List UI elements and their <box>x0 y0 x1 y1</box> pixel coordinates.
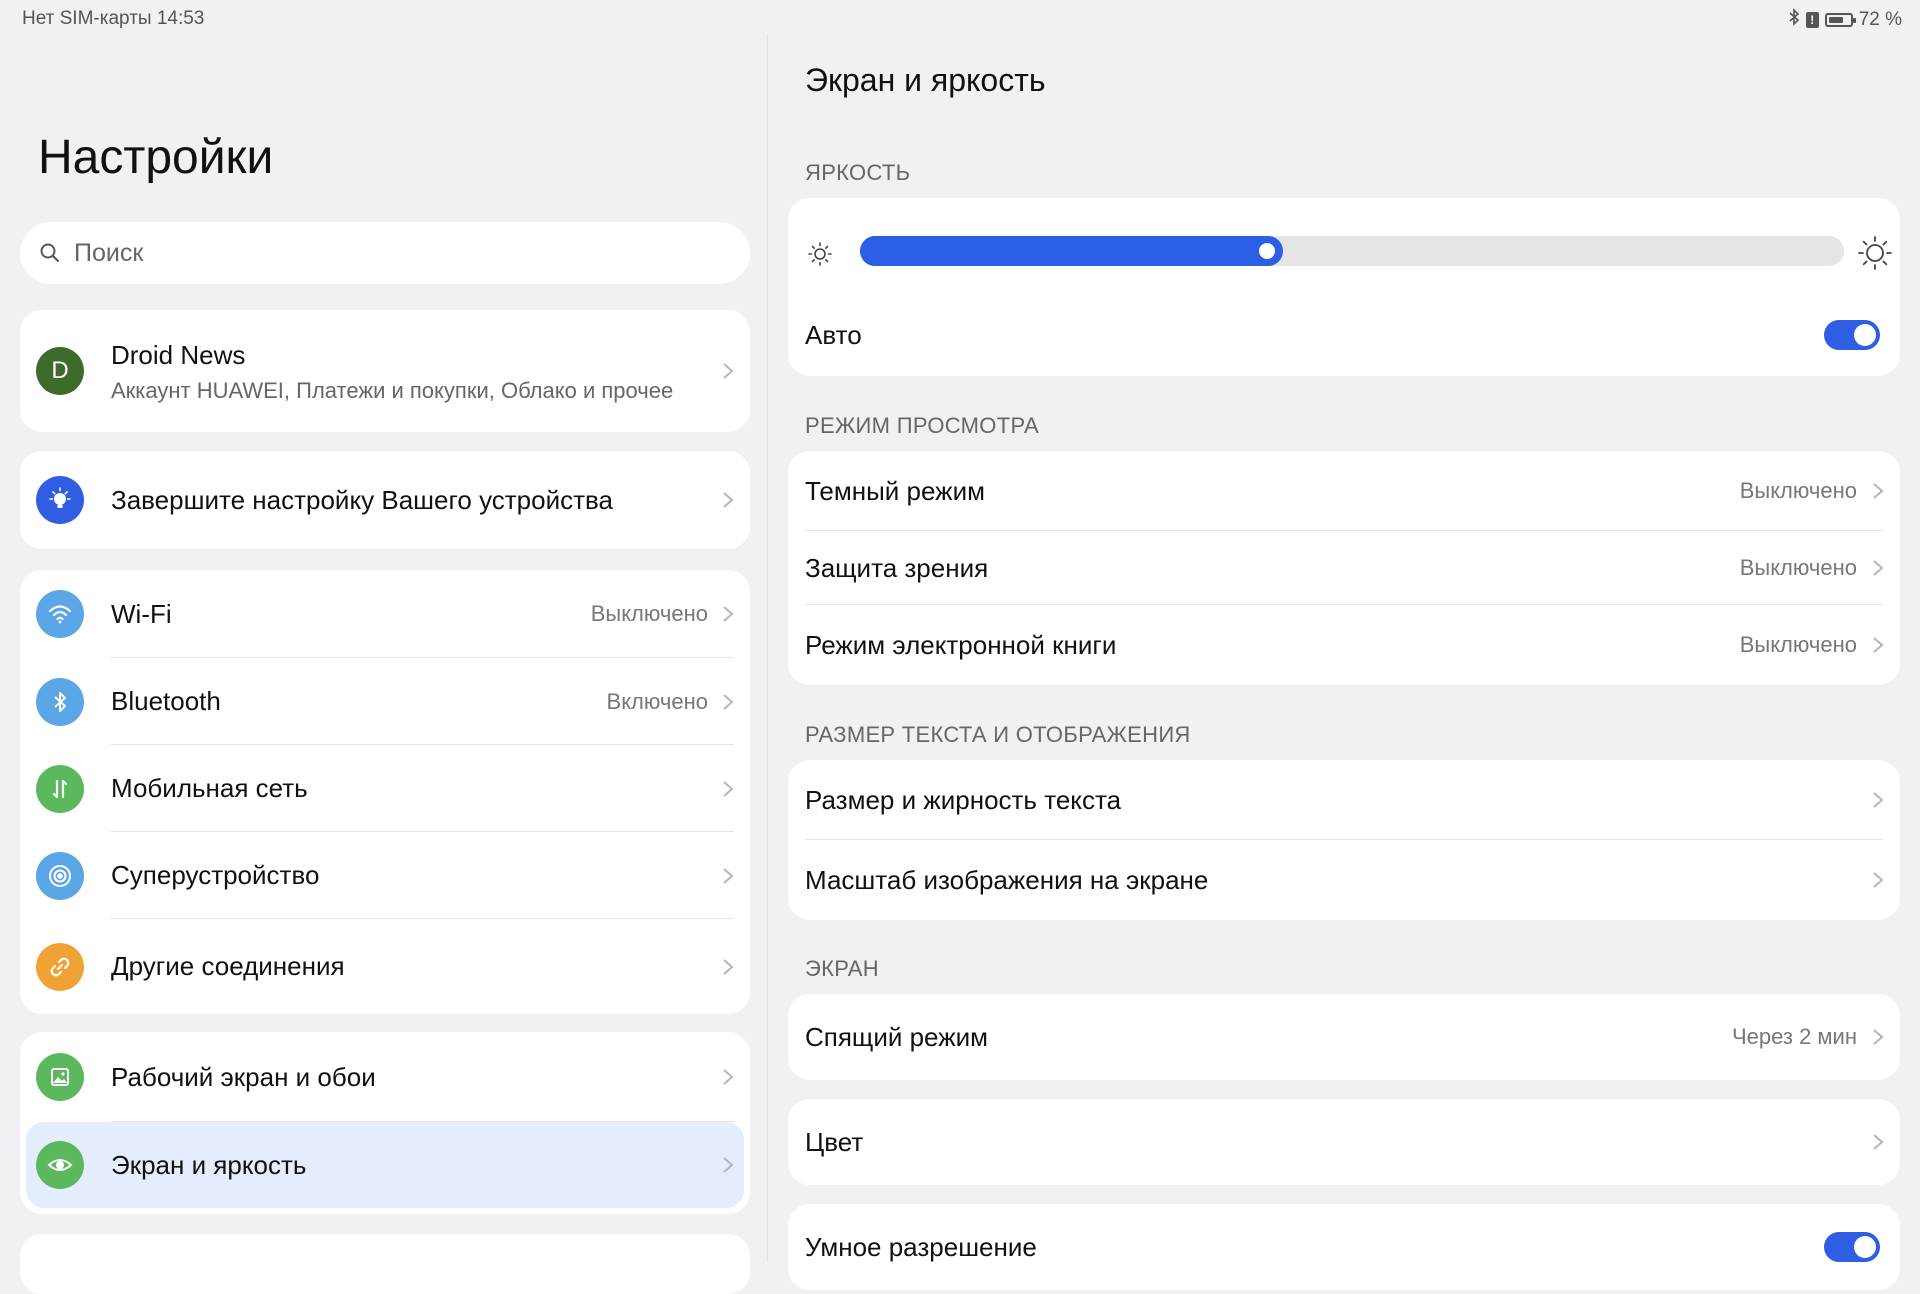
account-subtitle: Аккаунт HUAWEI, Платежи и покупки, Облак… <box>111 378 674 403</box>
row-label: Цвет <box>805 1126 864 1157</box>
sidebar-item-label: Мобильная сеть <box>111 773 308 803</box>
sidebar-item-display-brightness[interactable]: Экран и яркость <box>26 1122 744 1208</box>
sidebar-item-super-device[interactable]: Суперустройство <box>20 832 750 919</box>
chevron-right-icon <box>1873 872 1884 888</box>
settings-list-pane: Настройки D Droid News Аккаунт HUAWEI, П… <box>0 0 768 1294</box>
next-settings-card <box>20 1234 750 1294</box>
page-title: Настройки <box>38 131 274 184</box>
finish-setup-card[interactable]: Завершите настройку Вашего устройства <box>20 451 750 549</box>
chevron-right-icon <box>723 492 734 508</box>
dark-mode-row[interactable]: Темный режим Выключено <box>788 451 1900 531</box>
sleep-row[interactable]: Спящий режим Через 2 мин <box>788 994 1900 1080</box>
display-group-card: Рабочий экран и обои Экран и яркость <box>20 1032 750 1214</box>
row-label: Размер и жирность текста <box>805 784 1122 815</box>
chevron-right-icon <box>723 867 734 884</box>
row-label: Умное разрешение <box>805 1232 1037 1262</box>
row-label: Режим электронной книги <box>805 629 1117 660</box>
text-size-weight-row[interactable]: Размер и жирность текста <box>788 760 1900 840</box>
wallpaper-icon <box>36 1053 84 1101</box>
brightness-slider[interactable] <box>860 236 1844 266</box>
row-label: Спящий режим <box>805 1021 989 1052</box>
display-scale-row[interactable]: Масштаб изображения на экране <box>788 840 1900 920</box>
auto-brightness-row[interactable]: Авто <box>788 298 1900 372</box>
brightness-card: Авто <box>788 198 1900 376</box>
eye-icon <box>36 1141 84 1189</box>
search-input[interactable] <box>72 237 716 269</box>
chevron-right-icon <box>1873 1134 1884 1150</box>
connections-card: Wi-Fi Выключено Bluetooth Включено Мобил… <box>20 570 750 1014</box>
sidebar-item-label: Другие соединения <box>111 951 345 981</box>
chevron-right-icon <box>723 606 734 622</box>
row-label: Масштаб изображения на экране <box>805 864 1209 895</box>
section-header-text-size: РАЗМЕР ТЕКСТА И ОТОБРАЖЕНИЯ <box>805 722 1191 747</box>
finish-setup-label: Завершите настройку Вашего устройства <box>111 484 614 515</box>
view-mode-card: Темный режим Выключено Защита зрения Вык… <box>788 451 1900 685</box>
wifi-icon <box>36 590 84 638</box>
eye-comfort-row[interactable]: Защита зрения Выключено <box>788 531 1900 605</box>
smart-resolution-row[interactable]: Умное разрешение <box>788 1204 1900 1290</box>
super-device-icon <box>36 851 84 900</box>
section-header-brightness: ЯРКОСТЬ <box>805 160 911 185</box>
auto-brightness-toggle[interactable] <box>1824 320 1880 350</box>
link-icon <box>36 942 84 991</box>
color-card: Цвет <box>788 1099 1900 1185</box>
chevron-right-icon <box>723 363 734 379</box>
sidebar-item-home-screen[interactable]: Рабочий экран и обои <box>20 1032 750 1122</box>
display-brightness-pane: Экран и яркость ЯРКОСТЬ Авто РЕЖИМ ПРОСМ… <box>768 0 1920 1290</box>
chevron-right-icon <box>1873 560 1884 576</box>
smart-resolution-card: Умное разрешение <box>788 1204 1900 1290</box>
sun-large-icon <box>1858 236 1892 270</box>
row-value: Выключено <box>1739 555 1857 580</box>
detail-title: Экран и яркость <box>805 62 1046 98</box>
sidebar-item-bluetooth[interactable]: Bluetooth Включено <box>20 658 750 745</box>
account-name: Droid News <box>111 340 246 370</box>
text-size-card: Размер и жирность текста Масштаб изображ… <box>788 760 1900 920</box>
brightness-slider-fill <box>860 236 1283 266</box>
chevron-right-icon <box>1873 483 1884 499</box>
brightness-slider-thumb[interactable] <box>1259 243 1275 259</box>
row-value: Через 2 мин <box>1732 1024 1857 1049</box>
sidebar-item-label: Bluetooth <box>111 686 221 716</box>
chevron-right-icon <box>1873 1029 1884 1045</box>
row-label: Защита зрения <box>805 552 989 583</box>
row-value: Выключено <box>1739 632 1857 657</box>
search-bar[interactable] <box>20 222 750 284</box>
chevron-right-icon <box>723 780 734 797</box>
ebook-mode-row[interactable]: Режим электронной книги Выключено <box>788 605 1900 685</box>
chevron-right-icon <box>1873 637 1884 653</box>
row-value: Выключено <box>1739 478 1857 503</box>
wifi-status: Выключено <box>590 601 708 626</box>
smart-resolution-toggle[interactable] <box>1824 1232 1880 1262</box>
account-card[interactable]: D Droid News Аккаунт HUAWEI, Платежи и п… <box>20 310 750 432</box>
section-header-view-mode: РЕЖИМ ПРОСМОТРА <box>805 413 1039 438</box>
sidebar-item-label: Суперустройство <box>111 860 320 890</box>
bluetooth-icon <box>36 677 84 726</box>
avatar: D <box>36 347 84 395</box>
section-header-screen: ЭКРАН <box>805 956 879 981</box>
sidebar-item-label: Экран и яркость <box>111 1149 307 1180</box>
bluetooth-status: Включено <box>606 688 708 714</box>
color-row[interactable]: Цвет <box>788 1099 1900 1185</box>
auto-brightness-label: Авто <box>805 319 862 350</box>
chevron-right-icon <box>723 693 734 710</box>
mobile-data-icon <box>36 764 84 813</box>
sidebar-item-mobile-network[interactable]: Мобильная сеть <box>20 745 750 832</box>
sun-small-icon <box>808 242 832 266</box>
sidebar-item-label: Рабочий экран и обои <box>111 1061 376 1092</box>
chevron-right-icon <box>723 1157 734 1173</box>
sidebar-item-wifi[interactable]: Wi-Fi Выключено <box>20 570 750 658</box>
chevron-right-icon <box>1873 792 1884 808</box>
sidebar-item-other-connections[interactable]: Другие соединения <box>20 919 750 1014</box>
sleep-card: Спящий режим Через 2 мин <box>788 994 1900 1080</box>
chevron-right-icon <box>723 958 734 975</box>
sidebar-item-label: Wi-Fi <box>111 598 172 629</box>
chevron-right-icon <box>723 1069 734 1085</box>
row-label: Темный режим <box>805 475 985 506</box>
search-icon <box>40 243 59 262</box>
lightbulb-icon <box>36 476 84 524</box>
